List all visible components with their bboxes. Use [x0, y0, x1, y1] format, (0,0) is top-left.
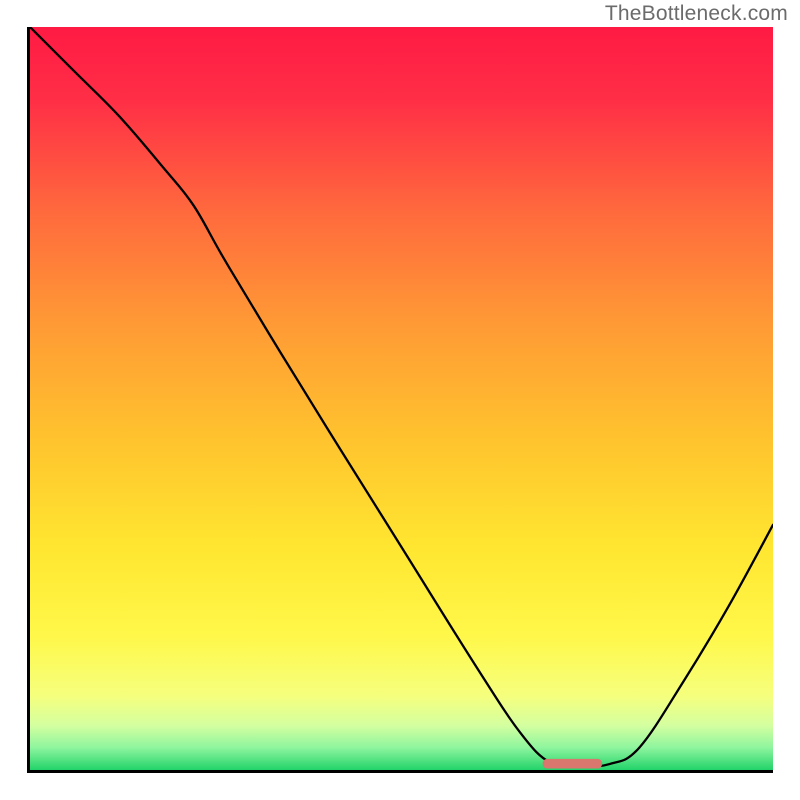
- watermark-text: TheBottleneck.com: [605, 2, 788, 26]
- optimal-segment-marker: [30, 27, 773, 770]
- chart-container: TheBottleneck.com: [0, 0, 800, 800]
- plot-area: [27, 27, 773, 773]
